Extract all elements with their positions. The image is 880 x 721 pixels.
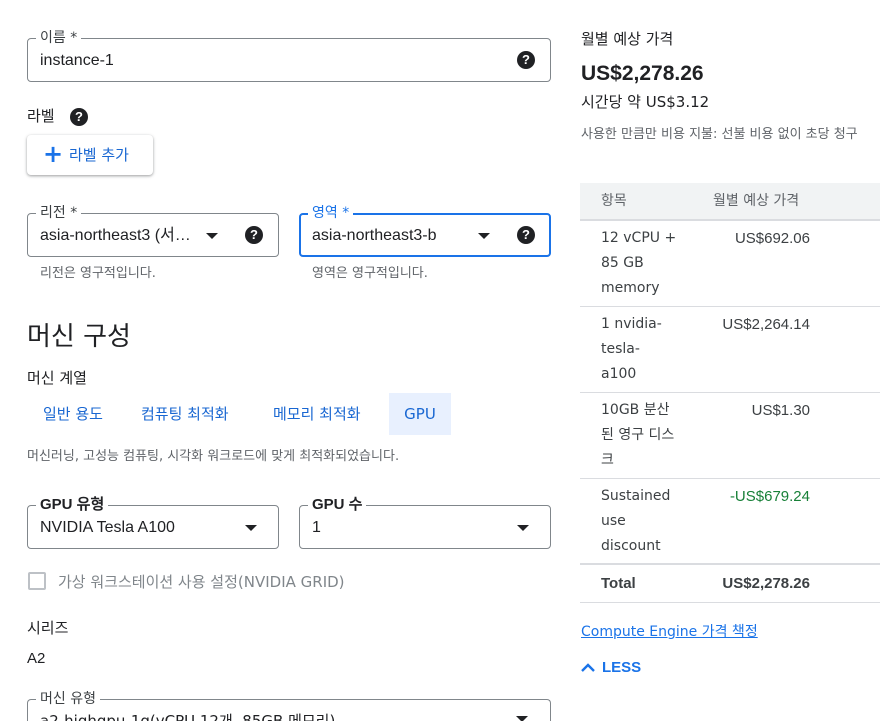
chevron-down-icon [206,233,218,239]
labels-title: 라벨 [27,107,55,125]
cost-row-item: 10GB 분산된 영구 디스크 [601,402,675,468]
tab-compute-optimized[interactable]: 컴퓨팅 최적화 [125,393,245,435]
region-value: asia-northeast3 (서… [40,227,191,244]
cost-row-item: 12 vCPU + 85 GB memory [601,230,677,296]
gpu-type-select[interactable]: GPU 유형 NVIDIA Tesla A100 [27,496,279,549]
help-icon[interactable]: ? [245,226,263,244]
machine-type-select[interactable]: 머신 유형 a2-highgpu-1g(vCPU 12개, 85GB 메모리) [27,690,551,721]
plus-icon: + [43,140,64,168]
cost-table-header: 항목 월별 예상 가격 [580,183,880,221]
less-button[interactable]: LESS [578,656,648,680]
hourly-estimate: 시간당 약 US$3.12 [581,93,710,111]
series-value: A2 [27,650,46,667]
tab-memory-optimized[interactable]: 메모리 최적화 [257,393,377,435]
machine-family-description: 머신러닝, 고성능 컴퓨팅, 시각화 워크로드에 맞게 최적화되었습니다. [27,449,400,464]
header-item: 항목 [601,193,627,209]
gpu-count-value: 1 [312,519,321,536]
gpu-type-value: NVIDIA Tesla A100 [40,519,175,536]
chevron-up-icon [581,663,595,672]
help-icon[interactable]: ? [517,51,535,69]
region-select[interactable]: 리전 * asia-northeast3 (서… ? [27,204,279,257]
gpu-type-label: GPU 유형 [36,496,109,514]
cost-row-item: Sustained use discount [601,488,671,554]
cost-row-price: US$1.30 [751,402,810,419]
cost-row-item: 1 nvidia-tesla-a100 [601,316,662,382]
zone-label: 영역 * [308,204,354,222]
chevron-down-icon [478,233,490,239]
tab-general-purpose[interactable]: 일반 용도 [27,393,119,435]
machine-family-label: 머신 계열 [27,369,87,387]
gpu-count-label: GPU 수 [308,496,367,514]
pricing-link[interactable]: Compute Engine 가격 책정 [581,622,758,642]
machine-type-value: a2-highgpu-1g(vCPU 12개, 85GB 메모리) [40,712,336,721]
region-hint: 리전은 영구적입니다. [40,266,156,281]
cost-row-price: US$692.06 [734,230,810,247]
cost-row: 12 vCPU + 85 GB memory US$692.06 [580,221,880,307]
gpu-count-select[interactable]: GPU 수 1 [299,496,551,549]
virtual-workstation-checkbox[interactable] [28,572,46,590]
help-icon[interactable]: ? [70,108,88,126]
chevron-down-icon [245,525,257,531]
series-label: 시리즈 [27,619,69,637]
monthly-estimate-label: 월별 예상 가격 [581,30,674,48]
instance-name-label: 이름 * [36,29,82,47]
add-label-text: 라벨 추가 [69,146,129,164]
total-value: US$2,278.26 [722,575,810,592]
billing-note: 사용한 만큼만 비용 지불: 선불 비용 없이 초당 청구 [581,127,858,142]
help-icon[interactable]: ? [517,226,535,244]
instance-name-value: instance-1 [40,52,114,69]
instance-name-field[interactable]: 이름 * instance-1 ? [27,29,551,82]
region-label: 리전 * [36,204,82,222]
machine-config-title: 머신 구성 [27,322,131,352]
zone-select[interactable]: 영역 * asia-northeast3-b ? [299,204,551,257]
cost-row: 1 nvidia-tesla-a100 US$2,264.14 [580,307,880,393]
total-label: Total [601,575,636,592]
discount-price: -US$679.24 [729,488,810,505]
cost-total-row: Total US$2,278.26 [580,567,880,603]
less-button-label: LESS [602,659,642,676]
zone-hint: 영역은 영구적입니다. [312,266,428,281]
virtual-workstation-label: 가상 워크스테이션 사용 설정(NVIDIA GRID) [58,573,345,591]
chevron-down-icon [517,525,529,531]
zone-value: asia-northeast3-b [312,227,437,244]
cost-row: 10GB 분산된 영구 디스크 US$1.30 [580,393,880,479]
cost-row: Sustained use discount -US$679.24 [580,479,880,565]
header-monthly-price: 월별 예상 가격 [713,193,800,209]
monthly-estimate-total: US$2,278.26 [581,62,704,85]
cost-row-price: US$2,264.14 [722,316,810,333]
add-label-button[interactable]: + 라벨 추가 [27,135,153,175]
chevron-down-icon [516,716,528,721]
tab-gpu[interactable]: GPU [389,393,451,435]
